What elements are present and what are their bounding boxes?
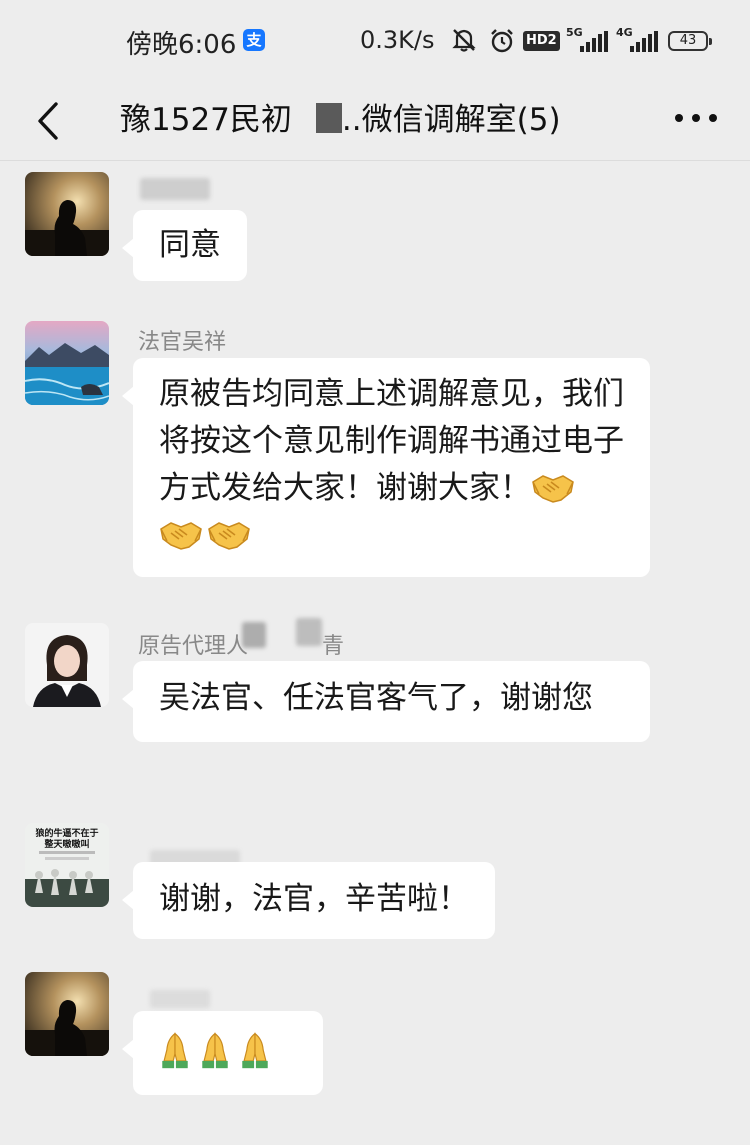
chat-title-ellipsis: .. xyxy=(341,102,362,138)
message-bubble[interactable]: 同意 xyxy=(122,210,247,281)
silhouette-sunset-avatar xyxy=(25,972,109,1056)
silhouette-sunset-avatar xyxy=(25,172,109,256)
name-redaction xyxy=(140,178,210,200)
avatar[interactable] xyxy=(25,172,109,256)
poster-caption: 狼的牛逼不在于 xyxy=(35,827,98,839)
mute-bell-icon xyxy=(452,29,476,52)
avatar[interactable] xyxy=(25,972,109,1056)
message-bubble[interactable]: 吴法官、任法官客气了，谢谢您 xyxy=(122,661,650,742)
folded-hands-emoji xyxy=(202,1032,228,1069)
emoji-row xyxy=(157,1032,277,1069)
chat-title-suffix: 微信调解室(5) xyxy=(361,102,561,138)
alarm-clock-icon xyxy=(491,29,513,53)
network-speed: 0.3K/s xyxy=(360,26,435,54)
handshake-emoji xyxy=(160,522,202,550)
hd-voice-badge: HD2 xyxy=(523,31,560,51)
header-divider xyxy=(0,160,750,161)
message-bubble[interactable]: 原被告均同意上述调解意见，我们将按这个意见制作调解书通过电子方式发给大家！谢谢大… xyxy=(122,358,650,577)
back-button[interactable] xyxy=(28,96,68,146)
message-text: 谢谢，法官，辛苦啦！ xyxy=(159,881,469,917)
message-text: 吴法官、任法官客气了，谢谢您 xyxy=(159,680,593,716)
poster-caption: 整天嗷嗷叫 xyxy=(43,838,89,850)
handshake-emoji xyxy=(532,475,574,503)
battery-icon: 43 xyxy=(668,31,712,51)
status-time: 傍晚6:06 xyxy=(126,30,237,60)
avatar[interactable]: 狼的牛逼不在于 整天嗷嗷叫 xyxy=(25,823,109,907)
name-redaction xyxy=(242,622,266,648)
status-bar: 傍晚6:06 支 0.3K/s HD2 5G 4G 43 xyxy=(0,0,750,86)
folded-hands-emoji xyxy=(162,1032,188,1069)
handshake-emoji xyxy=(208,522,250,550)
chat-title: 豫1527民初 ..微信调解室(5) xyxy=(120,94,561,139)
wolves-poster-avatar: 狼的牛逼不在于 整天嗷嗷叫 xyxy=(25,823,109,907)
message-text: 同意 xyxy=(159,227,221,263)
message-bubble[interactable]: 谢谢，法官，辛苦啦！ xyxy=(122,862,495,939)
chat-title-prefix: 豫1527民初 xyxy=(120,102,292,138)
sender-name: 原告代理人 xyxy=(138,634,249,659)
message-bubble[interactable] xyxy=(122,1011,323,1095)
sender-name: 法官吴祥 xyxy=(138,330,227,355)
signal-bars-icon xyxy=(630,31,658,52)
chat-header: 豫1527民初 ..微信调解室(5) xyxy=(0,86,750,160)
more-options-button[interactable] xyxy=(675,112,719,126)
avatar[interactable] xyxy=(25,321,109,405)
woman-portrait-avatar xyxy=(25,623,109,707)
folded-hands-emoji xyxy=(242,1032,268,1069)
redaction-mask xyxy=(315,103,342,133)
name-redaction xyxy=(296,618,322,646)
signal-bars-icon xyxy=(580,31,608,52)
name-redaction xyxy=(150,990,210,1008)
avatar[interactable] xyxy=(25,623,109,707)
landscape-lake-avatar xyxy=(25,321,109,405)
alipay-icon: 支 xyxy=(243,29,265,51)
sender-name-tail: 青 xyxy=(322,634,345,659)
